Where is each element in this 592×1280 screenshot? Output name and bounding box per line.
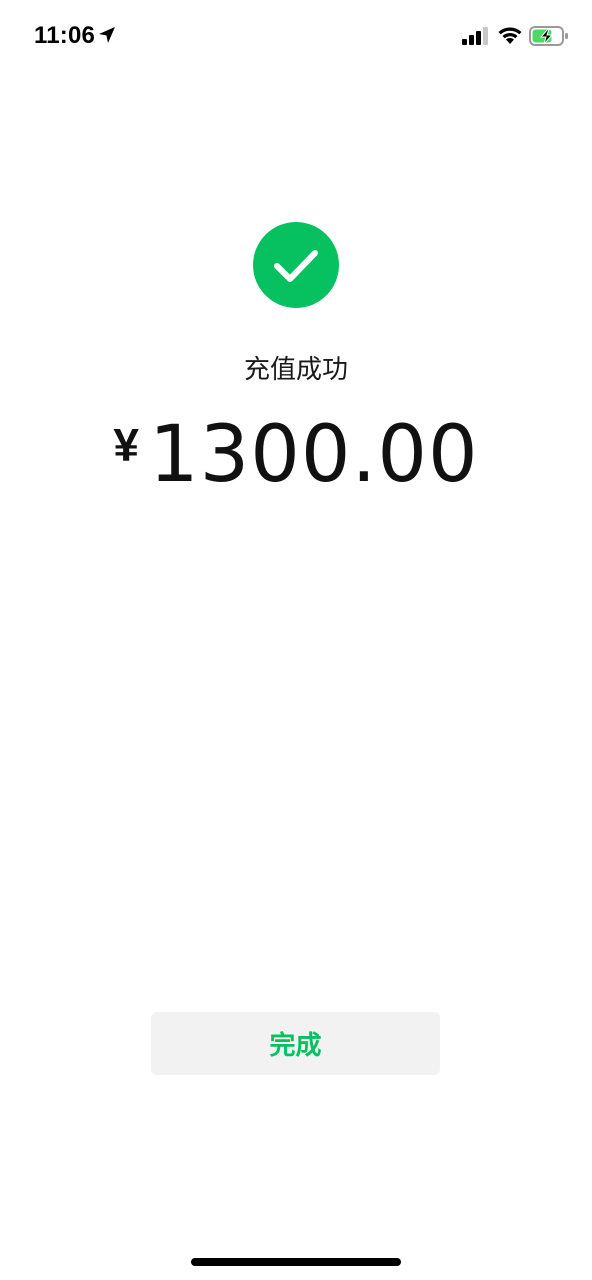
amount-display: ¥1300.00: [0, 410, 592, 500]
status-time: 11:06: [34, 22, 96, 49]
cellular-signal-icon: [462, 27, 488, 45]
currency-symbol: ¥: [113, 419, 140, 471]
location-arrow-icon: [99, 27, 115, 43]
result-title: 充值成功: [243, 355, 348, 385]
done-button-label: 完成: [269, 1031, 322, 1061]
done-button[interactable]: 完成: [151, 1012, 440, 1075]
checkmark-circle-icon: [253, 222, 339, 308]
wifi-icon: [498, 27, 522, 44]
amount-value: 1300.00: [149, 410, 479, 500]
battery-charging-icon: [529, 26, 568, 46]
home-indicator[interactable]: [191, 1258, 401, 1266]
status-bar: 11:06: [0, 0, 592, 72]
